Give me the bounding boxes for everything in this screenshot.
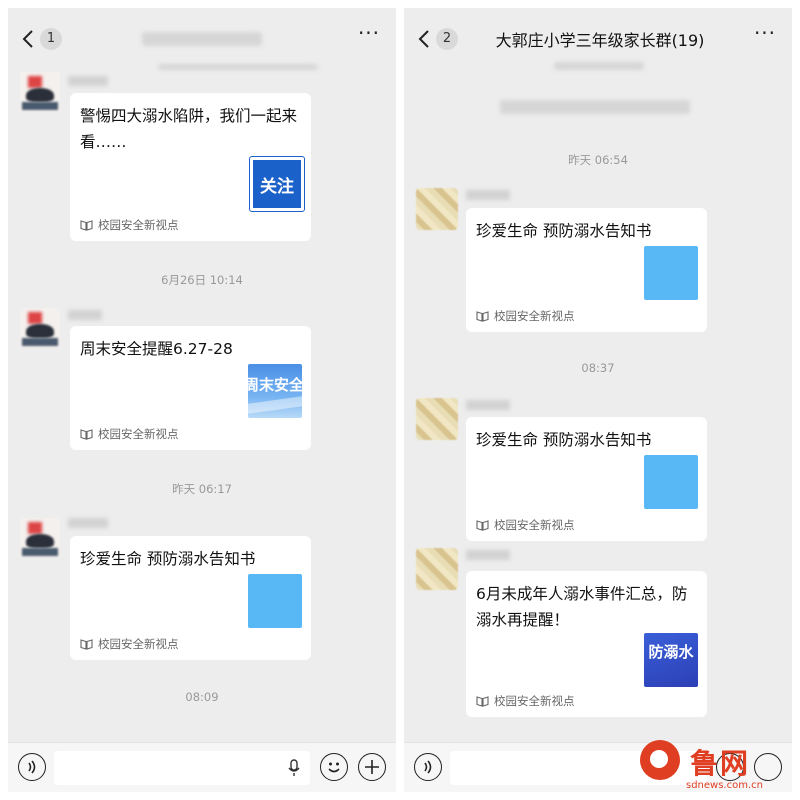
source-label: 校园安全新视点 <box>98 218 179 232</box>
input-bar <box>8 742 396 792</box>
blurred-system-message <box>500 100 690 114</box>
more-dots-icon[interactable]: ··· <box>752 23 778 46</box>
source-label: 校园安全新视点 <box>494 518 575 532</box>
timestamp: 昨天 06:17 <box>172 482 232 496</box>
card-title: 珍爱生命 预防溺水告知书 <box>476 222 652 240</box>
back-chevron-icon <box>22 30 33 48</box>
sender-name <box>466 190 510 200</box>
unread-count-badge: 1 <box>40 28 62 50</box>
avatar[interactable] <box>416 398 458 440</box>
thumbnail <box>248 574 302 628</box>
card-source: 校园安全新视点 <box>476 309 575 323</box>
emoji-icon[interactable] <box>320 753 348 781</box>
timestamp: 昨天 06:54 <box>568 153 628 167</box>
mini-program-book-icon <box>80 639 93 650</box>
watermark-url: sdnews.com.cn <box>686 780 763 791</box>
card-source: 校园安全新视点 <box>80 218 179 232</box>
sender-name <box>466 550 510 560</box>
card-title: 珍爱生命 预防溺水告知书 <box>80 550 256 568</box>
blurred-text <box>554 62 644 70</box>
avatar[interactable] <box>20 518 60 558</box>
article-card[interactable]: 珍爱生命 预防溺水告知书 校园安全新视点 <box>466 208 707 332</box>
mini-program-book-icon <box>476 311 489 322</box>
back-chevron-icon <box>418 30 429 48</box>
article-card[interactable]: 珍爱生命 预防溺水告知书 校园安全新视点 <box>70 536 311 660</box>
avatar[interactable] <box>416 188 458 230</box>
voice-icon[interactable] <box>18 753 46 781</box>
chat-title: 大郭庄小学三年级家长群(19) <box>495 31 705 50</box>
mini-program-book-icon <box>476 696 489 707</box>
thumbnail <box>644 246 698 300</box>
message-input[interactable] <box>54 751 310 785</box>
card-title: 6月未成年人溺水事件汇总，防溺水再提醒！ <box>476 585 688 629</box>
nav-bar: 2 大郭庄小学三年级家长群(19) ··· <box>404 8 792 66</box>
mini-program-book-icon <box>476 520 489 531</box>
sender-name <box>466 400 510 410</box>
more-dots-icon[interactable]: ··· <box>356 23 382 46</box>
source-label: 校园安全新视点 <box>494 694 575 708</box>
thumbnail <box>644 455 698 509</box>
card-title: 珍爱生命 预防溺水告知书 <box>476 431 652 449</box>
back-button[interactable]: 1 <box>20 26 68 52</box>
blurred-text <box>158 64 318 70</box>
card-source: 校园安全新视点 <box>80 637 179 651</box>
timestamp: 6月26日 10:14 <box>161 273 243 287</box>
sender-name <box>68 310 102 320</box>
sender-name <box>68 76 108 86</box>
thumbnail: 周末安全 <box>248 364 302 418</box>
thumbnail-text: 周末安全 <box>248 376 302 394</box>
news-watermark: 鲁网 sdnews.com.cn <box>636 740 796 796</box>
timestamp: 08:37 <box>581 361 615 375</box>
nav-bar: 1 ··· <box>8 8 396 66</box>
brand-logo-icon <box>640 740 680 780</box>
mini-program-book-icon <box>80 220 93 231</box>
source-label: 校园安全新视点 <box>494 309 575 323</box>
article-card[interactable]: 6月未成年人溺水事件汇总，防溺水再提醒！ 防溺水 校园安全新视点 <box>466 571 707 717</box>
card-title: 警惕四大溺水陷阱，我们一起来看…… <box>80 107 298 151</box>
timestamp: 08:09 <box>185 690 219 704</box>
thumbnail-text: 关注 <box>260 177 294 197</box>
blurred-chat-title <box>142 32 262 46</box>
left-chat-screen: 1 ··· 警惕四大溺水陷阱，我们一起来看…… 关注 校园安全新视点 6月26日… <box>8 8 396 792</box>
sender-name <box>68 518 108 528</box>
card-title: 周末安全提醒6.27-28 <box>80 340 233 358</box>
unread-count-badge: 2 <box>436 28 458 50</box>
mini-program-book-icon <box>80 429 93 440</box>
voice-icon[interactable] <box>414 753 442 781</box>
microphone-icon[interactable] <box>288 759 300 777</box>
right-chat-screen: 2 大郭庄小学三年级家长群(19) ··· 昨天 06:54 珍爱生命 预防溺水… <box>404 8 792 792</box>
watermark-brand: 鲁网 <box>690 747 751 780</box>
thumbnail: 防溺水 <box>644 633 698 687</box>
card-source: 校园安全新视点 <box>476 518 575 532</box>
avatar[interactable] <box>20 308 60 348</box>
avatar[interactable] <box>416 548 458 590</box>
thumbnail-text: 防溺水 <box>648 643 694 661</box>
source-label: 校园安全新视点 <box>98 637 179 651</box>
thumbnail: 关注 <box>249 156 305 212</box>
card-source: 校园安全新视点 <box>80 427 179 441</box>
article-card[interactable]: 珍爱生命 预防溺水告知书 校园安全新视点 <box>466 417 707 541</box>
avatar[interactable] <box>20 72 60 112</box>
card-source: 校园安全新视点 <box>476 694 575 708</box>
back-button[interactable]: 2 <box>416 26 464 52</box>
source-label: 校园安全新视点 <box>98 427 179 441</box>
article-card[interactable]: 周末安全提醒6.27-28 周末安全 校园安全新视点 <box>70 326 311 450</box>
article-card[interactable]: 警惕四大溺水陷阱，我们一起来看…… 关注 校园安全新视点 <box>70 93 311 241</box>
plus-icon[interactable] <box>358 753 386 781</box>
